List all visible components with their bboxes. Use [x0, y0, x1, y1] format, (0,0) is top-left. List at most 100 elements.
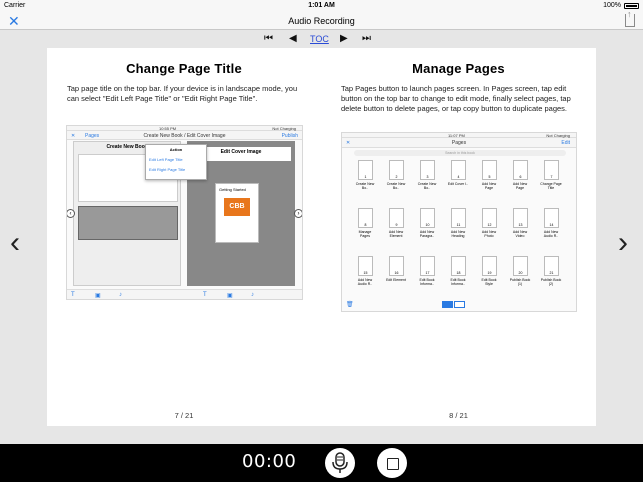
page-tile-label: Manage Pages: [358, 230, 372, 238]
page-tile-number: 13: [518, 223, 523, 227]
page-tile[interactable]: 17: [420, 256, 435, 276]
page-tile-number: 1: [364, 175, 367, 179]
page-tile[interactable]: 7: [544, 160, 559, 180]
left-screenshot: 10:55 PM Not Charging ✕ Pages Create New…: [66, 125, 303, 300]
right-page-body: Tap Pages button to launch pages screen.…: [341, 84, 571, 113]
left-page-number: 7 / 21: [174, 411, 194, 420]
toc-link[interactable]: TOC: [310, 34, 329, 44]
page-tile-number: 21: [549, 271, 554, 275]
page-tile-label: Add New Page: [512, 182, 528, 190]
page-tile[interactable]: 8: [358, 208, 373, 228]
next-page-icon[interactable]: ▶: [340, 33, 348, 44]
page-tile-number: 8: [364, 223, 367, 227]
page-tile-number: 5: [488, 175, 491, 179]
prev-spread-chevron-icon[interactable]: ‹: [10, 228, 20, 258]
page-tile-number: 7: [550, 175, 553, 179]
page-tile-label: Edit Book Informa..: [419, 278, 435, 286]
page-tile[interactable]: 11: [451, 208, 466, 228]
action-popover: Action Edit Left Page Title Edit Right P…: [145, 144, 207, 180]
last-page-icon[interactable]: ⏭: [362, 33, 371, 44]
mini-list-view-toggle: [454, 301, 465, 308]
page-tile-label: Add New Audio R..: [357, 278, 373, 286]
microphone-icon: [332, 452, 348, 473]
page-tile[interactable]: 20: [513, 256, 528, 276]
recorder-bar: 00:00: [0, 444, 643, 482]
page-tile-number: 16: [394, 271, 399, 275]
right-page-title: Manage Pages: [412, 61, 505, 76]
battery-percent: 100%: [603, 2, 621, 9]
action-edit-left-title[interactable]: Edit Left Page Title: [149, 157, 203, 162]
page-tile-label: Add New Element: [388, 230, 404, 238]
page-tile-number: 9: [395, 223, 398, 227]
page-tile[interactable]: 1: [358, 160, 373, 180]
page-tile[interactable]: 13: [513, 208, 528, 228]
stop-button[interactable]: [377, 448, 407, 478]
pager-nav: ⏮ ◀ TOC ▶ ⏭: [0, 31, 643, 48]
page-tile[interactable]: 9: [389, 208, 404, 228]
page-tile-number: 12: [487, 223, 492, 227]
mini-grid-view-toggle: [442, 301, 453, 308]
action-edit-right-title[interactable]: Edit Right Page Title: [149, 167, 203, 172]
page-tile-number: 15: [363, 271, 368, 275]
mini-pages-title: Pages: [451, 140, 467, 146]
page-tile[interactable]: 16: [389, 256, 404, 276]
mini-publish-label: Publish: [281, 133, 298, 139]
next-spread-chevron-icon[interactable]: ›: [618, 228, 628, 258]
page-tile-label: Add New Page: [481, 182, 497, 190]
page-tile[interactable]: 10: [420, 208, 435, 228]
left-page-body: Tap page title on the top bar. If your d…: [67, 84, 298, 103]
page-tile-label: Add New Heading: [450, 230, 466, 238]
left-page-title: Change Page Title: [126, 61, 242, 76]
page-tile-label: Edit Book Style: [481, 278, 497, 286]
share-icon[interactable]: [625, 9, 635, 27]
page-tile[interactable]: 3: [420, 160, 435, 180]
cbb-logo: CBB: [224, 198, 250, 216]
status-bar: Carrier 1:01 AM 100%: [0, 0, 643, 12]
mini-keyboard: [78, 206, 178, 240]
page-tile[interactable]: 19: [482, 256, 497, 276]
page-tile-number: 4: [457, 175, 460, 179]
mini-edit-label: Edit: [561, 140, 570, 146]
page-tile-number: 18: [456, 271, 461, 275]
mini-title-bar: Create New Book / Edit Cover Image: [143, 133, 226, 139]
mini-trash-icon: 🗑: [346, 302, 354, 308]
mini-getting-started: Getting Started: [219, 187, 246, 192]
page-tile-number: 6: [519, 175, 522, 179]
page-tile[interactable]: 5: [482, 160, 497, 180]
page-tile-label: Add New Audio R..: [543, 230, 559, 238]
mini-search-bar: Search in this book: [354, 150, 566, 156]
page-tile-number: 19: [487, 271, 492, 275]
page-tile[interactable]: 4: [451, 160, 466, 180]
page-tile-number: 20: [518, 271, 523, 275]
page-tile[interactable]: 12: [482, 208, 497, 228]
page-tile-label: Add New Paragra..: [419, 230, 435, 238]
status-time: 1:01 AM: [308, 2, 335, 9]
page-tile-label: Edit Element: [386, 278, 406, 282]
right-page-number: 8 / 21: [449, 411, 468, 420]
page-tile-label: Create New Bo..: [417, 182, 437, 190]
record-button[interactable]: [325, 448, 355, 478]
left-page: Change Page Title Tap page title on the …: [47, 48, 321, 426]
recording-timer: 00:00: [242, 451, 297, 472]
nav-title: Audio Recording: [288, 16, 355, 26]
right-screenshot: 11:07 PM Not Charging ✕ Pages Edit Searc…: [341, 132, 577, 312]
page-tile-label: Add New Photo: [481, 230, 497, 238]
page-tile-label: Edit Book Informa..: [450, 278, 466, 286]
page-tile[interactable]: 15: [358, 256, 373, 276]
page-tile[interactable]: 18: [451, 256, 466, 276]
first-page-icon[interactable]: ⏮: [264, 33, 273, 44]
page-tile[interactable]: 6: [513, 160, 528, 180]
page-tile-number: 3: [426, 175, 429, 179]
page-tile[interactable]: 21: [544, 256, 559, 276]
mini-prev-icon: ‹: [67, 209, 75, 218]
page-tile[interactable]: 2: [389, 160, 404, 180]
prev-page-icon[interactable]: ◀: [289, 33, 297, 44]
page-tile-label: Create New Bo..: [386, 182, 406, 190]
page-tile-label: Publish Book (2): [540, 278, 562, 286]
page-tile-label: Edit Cover I..: [447, 182, 469, 186]
page-tile-number: 17: [425, 271, 430, 275]
mini-toolbar: T ▣ ♪ T ▣ ♪: [67, 289, 302, 299]
page-tile[interactable]: 14: [544, 208, 559, 228]
page-tile-label: Add New Video: [512, 230, 528, 238]
page-tile-number: 14: [549, 223, 554, 227]
